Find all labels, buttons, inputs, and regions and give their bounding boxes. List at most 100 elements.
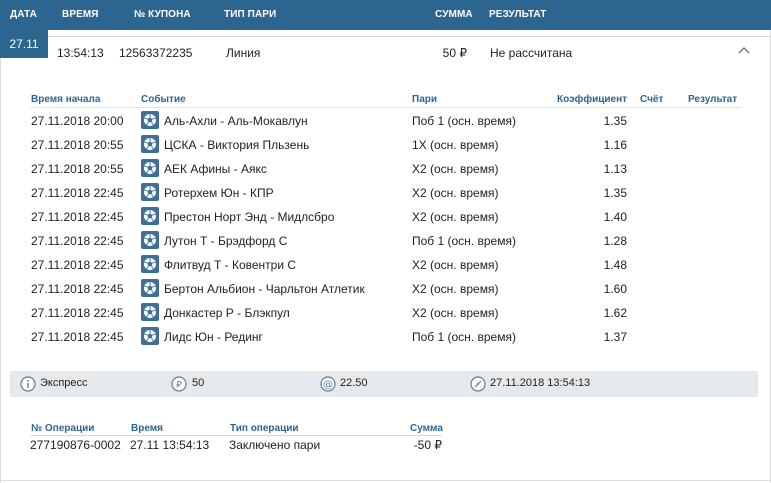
ruble-icon: ₽ — [171, 376, 187, 392]
operation-amount: -50 ₽ — [413, 438, 442, 452]
event-name[interactable]: Бертон Альбион - Чарльтон Атлетик — [164, 282, 365, 296]
event-name[interactable]: Донкастер Р - Блэкпул — [164, 306, 290, 320]
events-header-coefficient: Коэффициент — [557, 94, 628, 105]
svg-text:₽: ₽ — [176, 381, 182, 391]
operation-number: 277190876-0002 — [30, 438, 121, 452]
event-name[interactable]: Престон Норт Энд - Мидлсбро — [164, 210, 334, 224]
event-row: 27.11.2018 20:55 ЦСКА - Виктория Пльзень 1… — [0, 134, 771, 158]
event-row: 27.11.2018 22:45 Престон Норт Энд - Мидлс… — [0, 206, 771, 230]
event-bet: X2 (осн. время) — [412, 162, 499, 176]
bet-result: Не рассчитана — [490, 46, 573, 60]
event-start-time: 27.11.2018 20:00 — [31, 114, 124, 128]
operation-time: 27.11 13:54:13 — [130, 438, 210, 452]
events-header-result: Результат — [688, 94, 738, 105]
header-time[interactable]: Время — [62, 9, 99, 20]
operations-header-amount: Сумма — [410, 423, 443, 434]
event-coefficient: 1.28 — [603, 234, 627, 248]
events-header-bet: Пари — [412, 94, 438, 105]
operations-header-time: Время — [131, 423, 163, 434]
events-header-divider — [30, 107, 742, 108]
event-name[interactable]: Лидс Юн - Рединг — [164, 330, 263, 344]
event-bet: X2 (осн. время) — [412, 306, 499, 320]
event-coefficient: 1.37 — [603, 330, 627, 344]
event-coefficient: 1.13 — [603, 162, 627, 176]
header-result[interactable]: Результат — [489, 9, 546, 20]
event-start-time: 27.11.2018 22:45 — [31, 306, 124, 320]
table-header: Дата Время № Купона Тип пари Сумма Резул… — [0, 0, 771, 30]
event-bet: X2 (осн. время) — [412, 186, 499, 200]
event-coefficient: 1.35 — [603, 186, 627, 200]
events-header-score: Счёт — [640, 94, 664, 105]
bet-date[interactable]: 27.11 — [0, 30, 48, 58]
row-divider — [48, 36, 771, 37]
bet-amount: 50 ₽ — [442, 46, 467, 60]
event-start-time: 27.11.2018 22:45 — [31, 210, 124, 224]
event-start-time: 27.11.2018 22:45 — [31, 282, 124, 296]
football-icon — [141, 303, 159, 321]
football-icon — [141, 279, 159, 297]
panel-border-bottom — [0, 480, 771, 481]
event-bet: X2 (осн. время) — [412, 210, 499, 224]
event-name[interactable]: Лутон Т - Брэдфорд С — [164, 234, 287, 248]
clock-icon — [470, 376, 486, 392]
event-coefficient: 1.16 — [603, 138, 627, 152]
event-name[interactable]: ЦСКА - Виктория Пльзень — [164, 138, 309, 152]
event-bet: X2 (осн. время) — [412, 258, 499, 272]
event-coefficient: 1.60 — [603, 282, 627, 296]
header-date[interactable]: Дата — [10, 9, 37, 20]
event-start-time: 27.11.2018 22:45 — [31, 186, 124, 200]
event-row: 27.11.2018 22:45 Донкастер Р - Блэкпул X2 … — [0, 302, 771, 326]
event-coefficient: 1.62 — [603, 306, 627, 320]
event-row: 27.11.2018 22:45 Бертон Альбион - Чарльто… — [0, 278, 771, 302]
events-header-start-time: Время начала — [31, 94, 101, 105]
football-icon — [141, 327, 159, 345]
bet-time: 13:54:13 — [57, 46, 104, 60]
football-icon — [141, 255, 159, 273]
svg-text:@: @ — [323, 380, 333, 391]
operations-header-type: Тип операции — [230, 423, 299, 434]
football-icon — [141, 111, 159, 129]
event-name[interactable]: Флитвуд Т - Ковентри С — [164, 258, 296, 272]
summary-stake: 50 — [192, 377, 205, 389]
event-start-time: 27.11.2018 22:45 — [31, 234, 124, 248]
event-coefficient: 1.35 — [603, 114, 627, 128]
at-coefficient-icon: @ — [320, 376, 336, 392]
operations-header-number: № Операции — [31, 423, 95, 434]
event-name[interactable]: АЕК Афины - Аякс — [164, 162, 267, 176]
football-icon — [141, 207, 159, 225]
event-row: 27.11.2018 22:45 Лидс Юн - Рединг Поб 1 (о… — [0, 326, 771, 350]
operation-type: Заключено пари — [229, 438, 321, 452]
event-bet: Поб 1 (осн. время) — [412, 114, 516, 128]
football-icon — [141, 135, 159, 153]
event-bet: Поб 1 (осн. время) — [412, 234, 516, 248]
header-coupon[interactable]: № Купона — [134, 9, 191, 20]
summary-datetime: 27.11.2018 13:54:13 — [490, 377, 591, 389]
event-bet: X2 (осн. время) — [412, 282, 499, 296]
event-start-time: 27.11.2018 20:55 — [31, 138, 124, 152]
event-row: 27.11.2018 22:45 Флитвуд Т - Ковентри С X2… — [0, 254, 771, 278]
event-coefficient: 1.48 — [603, 258, 627, 272]
header-amount[interactable]: Сумма — [435, 9, 473, 20]
event-start-time: 27.11.2018 22:45 — [31, 258, 124, 272]
football-icon — [141, 231, 159, 249]
event-row: 27.11.2018 22:45 Ротерхем Юн - КПР X2 (осн… — [0, 182, 771, 206]
operations-header-divider — [30, 435, 442, 436]
event-name[interactable]: Ротерхем Юн - КПР — [164, 186, 274, 200]
event-row: 27.11.2018 20:00 Аль-Ахли - Аль-Мокавлун П… — [0, 110, 771, 134]
event-row: 27.11.2018 22:45 Лутон Т - Брэдфорд С Поб … — [0, 230, 771, 254]
event-row: 27.11.2018 20:55 АЕК Афины - Аякс X2 (осн.… — [0, 158, 771, 182]
summary-type: Экспресс — [40, 377, 88, 389]
event-name[interactable]: Аль-Ахли - Аль-Мокавлун — [164, 114, 308, 128]
event-bet: 1X (осн. время) — [412, 138, 499, 152]
chevron-up-icon[interactable] — [737, 45, 751, 55]
events-header-event: Событие — [141, 94, 186, 105]
info-icon — [20, 376, 36, 392]
bet-summary: Экспресс ₽ 50 @ 22.50 27.11.2018 13:54:1… — [10, 371, 758, 397]
bet-type: Линия — [226, 46, 261, 60]
event-start-time: 27.11.2018 20:55 — [31, 162, 124, 176]
summary-total-coef: 22.50 — [340, 377, 368, 389]
event-coefficient: 1.40 — [603, 210, 627, 224]
bet-coupon: 12563372235 — [119, 46, 193, 60]
football-icon — [141, 159, 159, 177]
header-bet-type[interactable]: Тип пари — [224, 9, 276, 20]
